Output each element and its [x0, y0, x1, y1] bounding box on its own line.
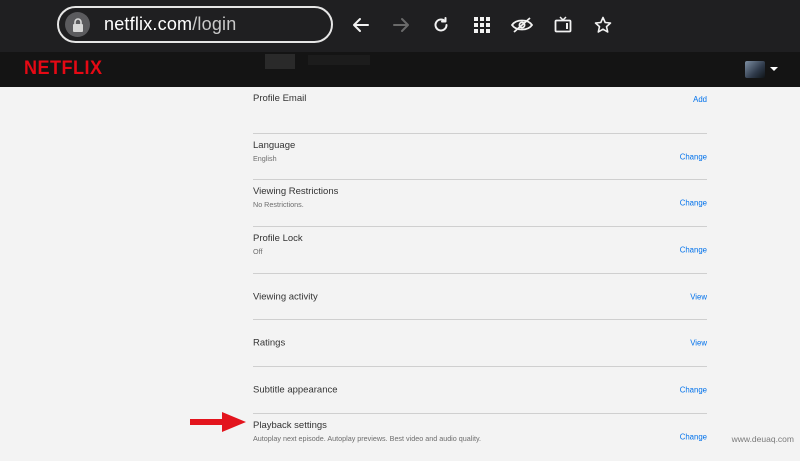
header-placeholder-box	[265, 54, 295, 69]
reload-icon[interactable]	[429, 13, 453, 37]
view-ratings-link[interactable]: View	[690, 339, 707, 348]
grid-icon[interactable]	[470, 13, 494, 37]
setting-row-profile-email: Profile Email Add	[253, 87, 707, 134]
setting-value: Autoplay next episode. Autoplay previews…	[253, 433, 482, 443]
watermark: www.deuaq.com	[731, 434, 794, 444]
setting-title: Subtitle appearance	[253, 384, 338, 396]
netflix-logo[interactable]: NETFLIX	[24, 58, 103, 80]
setting-row-profile-lock: Profile Lock Off Change	[253, 227, 707, 274]
url-bar[interactable]: netflix.com/login	[57, 6, 333, 43]
setting-row-ratings: Ratings View	[253, 320, 707, 368]
profile-avatar[interactable]	[745, 61, 765, 78]
url-path: /login	[192, 14, 237, 34]
setting-row-viewing-activity: Viewing activity View	[253, 274, 707, 321]
eye-off-icon[interactable]	[510, 13, 534, 37]
profile-settings-list: Profile Email Add Language English Chang…	[253, 87, 707, 461]
setting-value: No Restrictions.	[253, 200, 304, 210]
setting-title: Profile Lock	[253, 233, 303, 245]
change-playback-link[interactable]: Change	[680, 433, 707, 442]
setting-title: Language	[253, 139, 296, 151]
header-placeholder-text	[308, 55, 370, 65]
setting-row-viewing-restrictions: Viewing Restrictions No Restrictions. Ch…	[253, 180, 707, 228]
change-language-link[interactable]: Change	[680, 152, 707, 161]
setting-title: Profile Email	[253, 93, 307, 104]
change-subtitles-link[interactable]: Change	[680, 385, 707, 394]
setting-title: Playback settings	[253, 419, 327, 431]
lock-icon[interactable]	[65, 12, 90, 37]
setting-title: Viewing Restrictions	[253, 186, 339, 198]
star-icon[interactable]	[591, 13, 615, 37]
setting-row-playback-settings: Playback settings Autoplay next episode.…	[253, 414, 707, 461]
url-text[interactable]: netflix.com/login	[104, 14, 236, 35]
netflix-header: NETFLIX	[0, 52, 800, 87]
setting-row-subtitle-appearance: Subtitle appearance Change	[253, 367, 707, 414]
setting-title: Ratings	[253, 337, 286, 349]
profile-menu-caret-icon[interactable]	[770, 67, 778, 71]
annotation-arrow-icon	[190, 412, 246, 432]
url-host: netflix.com	[104, 14, 193, 34]
add-email-link[interactable]: Add	[693, 95, 707, 104]
tv-icon[interactable]	[551, 13, 575, 37]
browser-toolbar: netflix.com/login	[0, 0, 800, 52]
back-icon[interactable]	[349, 13, 373, 37]
view-activity-link[interactable]: View	[690, 292, 707, 301]
setting-value: Off	[253, 247, 263, 257]
change-profile-lock-link[interactable]: Change	[680, 245, 707, 254]
setting-value: English	[253, 153, 277, 163]
forward-icon[interactable]	[389, 13, 413, 37]
setting-title: Viewing activity	[253, 291, 318, 303]
setting-row-language: Language English Change	[253, 134, 707, 181]
change-restrictions-link[interactable]: Change	[680, 199, 707, 208]
